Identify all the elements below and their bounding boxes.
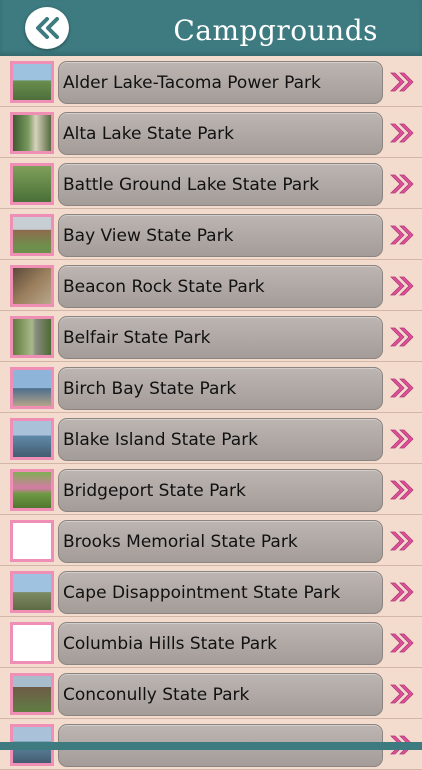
list-item[interactable]: Beacon Rock State Park <box>0 260 422 311</box>
park-name-label: Bridgeport State Park <box>63 481 246 501</box>
park-name-label: Alta Lake State Park <box>63 124 234 144</box>
double-chevron-right-icon[interactable] <box>389 123 415 143</box>
list-item[interactable]: Columbia Hills State Park <box>0 617 422 668</box>
park-name-label: Brooks Memorial State Park <box>63 532 298 552</box>
park-thumbnail <box>10 61 54 103</box>
park-name-label: Bay View State Park <box>63 226 234 246</box>
list-item[interactable]: Cape Disappointment State Park <box>0 566 422 617</box>
park-name-label: Battle Ground Lake State Park <box>63 175 320 195</box>
park-name-button[interactable]: Beacon Rock State Park <box>58 265 383 308</box>
park-name-label: Cape Disappointment State Park <box>63 583 341 603</box>
park-name-label: Alder Lake-Tacoma Power Park <box>63 73 321 93</box>
double-chevron-right-icon[interactable] <box>389 276 415 296</box>
park-thumbnail <box>10 520 54 562</box>
park-name-button[interactable]: Brooks Memorial State Park <box>58 520 383 563</box>
park-name-button[interactable]: Alder Lake-Tacoma Power Park <box>58 61 383 104</box>
park-name-button[interactable]: Cape Disappointment State Park <box>58 571 383 614</box>
park-name-button[interactable]: Battle Ground Lake State Park <box>58 163 383 206</box>
double-chevron-left-icon <box>33 17 61 39</box>
park-thumbnail <box>10 673 54 715</box>
park-thumbnail <box>10 622 54 664</box>
park-thumbnail <box>10 418 54 460</box>
park-name-button[interactable]: Alta Lake State Park <box>58 112 383 155</box>
park-thumbnail <box>10 112 54 154</box>
double-chevron-right-icon[interactable] <box>389 684 415 704</box>
park-name-button[interactable]: Blake Island State Park <box>58 418 383 461</box>
park-thumbnail <box>10 316 54 358</box>
park-name-button[interactable]: Birch Bay State Park <box>58 367 383 410</box>
double-chevron-right-icon[interactable] <box>389 327 415 347</box>
park-name-button[interactable]: Bay View State Park <box>58 214 383 257</box>
park-name-label: Conconully State Park <box>63 685 250 705</box>
list-item[interactable]: Blake Island State Park <box>0 413 422 464</box>
list-item[interactable]: Birch Bay State Park <box>0 362 422 413</box>
park-thumbnail <box>10 214 54 256</box>
park-thumbnail <box>10 469 54 511</box>
list-item[interactable]: Bay View State Park <box>0 209 422 260</box>
list-item[interactable]: Belfair State Park <box>0 311 422 362</box>
park-name-button[interactable]: Columbia Hills State Park <box>58 622 383 665</box>
double-chevron-right-icon[interactable] <box>389 429 415 449</box>
list-item[interactable]: Battle Ground Lake State Park <box>0 158 422 209</box>
park-name-button[interactable]: Bridgeport State Park <box>58 469 383 512</box>
list-item[interactable]: Brooks Memorial State Park <box>0 515 422 566</box>
park-name-label: Columbia Hills State Park <box>63 634 278 654</box>
list-item[interactable]: Bridgeport State Park <box>0 464 422 515</box>
double-chevron-right-icon[interactable] <box>389 582 415 602</box>
park-name-button[interactable]: Conconully State Park <box>58 673 383 716</box>
list-item[interactable]: Alder Lake-Tacoma Power Park <box>0 56 422 107</box>
double-chevron-right-icon[interactable] <box>389 72 415 92</box>
double-chevron-right-icon[interactable] <box>389 378 415 398</box>
double-chevron-right-icon[interactable] <box>389 480 415 500</box>
park-name-button[interactable]: Belfair State Park <box>58 316 383 359</box>
double-chevron-right-icon[interactable] <box>389 174 415 194</box>
double-chevron-right-icon[interactable] <box>389 225 415 245</box>
park-name-label: Blake Island State Park <box>63 430 259 450</box>
campground-list: Alder Lake-Tacoma Power Park Alta Lake St… <box>0 56 422 770</box>
list-item[interactable]: Alta Lake State Park <box>0 107 422 158</box>
park-thumbnail <box>10 571 54 613</box>
park-name-label: Belfair State Park <box>63 328 211 348</box>
back-button[interactable] <box>25 7 69 49</box>
header-bar: Campgrounds <box>0 0 422 56</box>
double-chevron-right-icon[interactable] <box>389 531 415 551</box>
park-name-label: Birch Bay State Park <box>63 379 237 399</box>
list-item[interactable]: Conconully State Park <box>0 668 422 719</box>
page-title: Campgrounds <box>173 14 378 47</box>
bottom-bar <box>0 742 422 750</box>
park-thumbnail <box>10 265 54 307</box>
park-thumbnail <box>10 163 54 205</box>
park-name-label: Beacon Rock State Park <box>63 277 265 297</box>
double-chevron-right-icon[interactable] <box>389 633 415 653</box>
park-thumbnail <box>10 367 54 409</box>
